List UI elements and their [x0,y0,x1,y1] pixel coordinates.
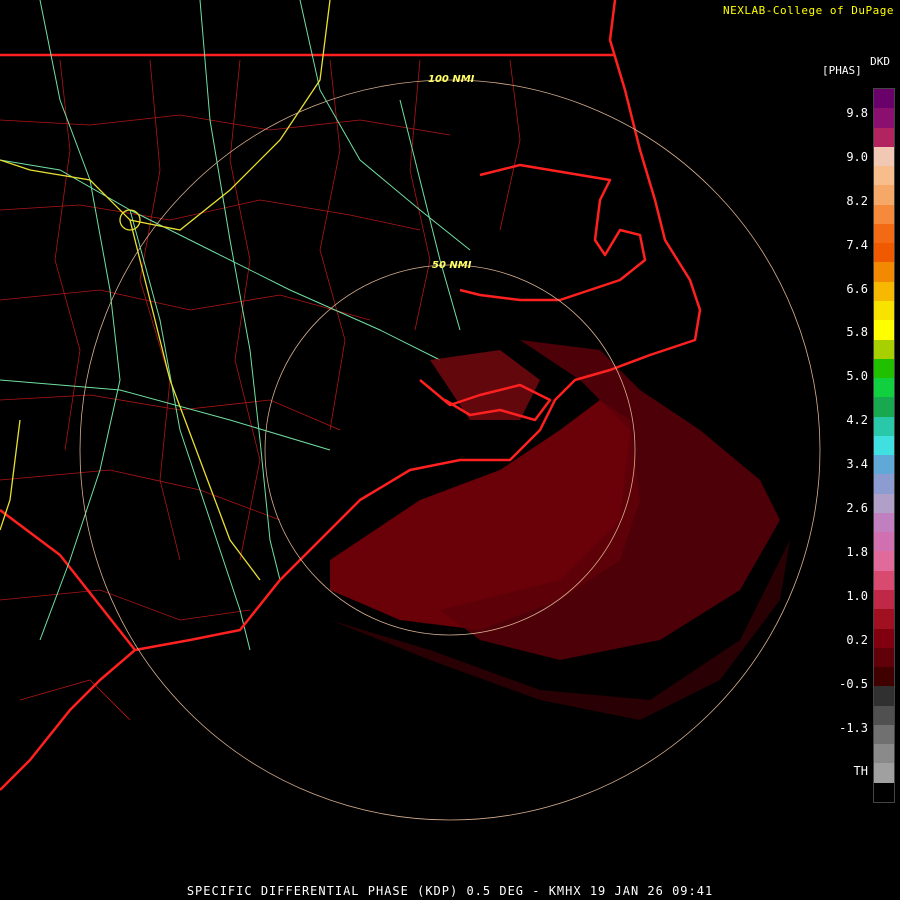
color-legend-tick-label: 8.2 [846,193,868,208]
radar-map: 50 NMI 100 NMI [0,0,900,900]
color-legend-swatch [874,89,894,109]
color-legend-swatch [874,435,894,456]
product-footer: SPECIFIC DIFFERENTIAL PHASE (KDP) 0.5 DE… [186,884,714,898]
color-legend-swatch [874,378,894,398]
color-legend-swatch [874,416,894,437]
color-legend-tick-label: 4.2 [846,413,868,428]
color-legend-swatch [874,744,894,764]
color-legend-tick-label: 3.4 [846,457,868,472]
color-legend-swatch [874,262,894,283]
color-legend-tick-label: -1.3 [839,720,868,735]
color-legend-tick-label: -0.5 [839,676,868,691]
ring-label-50: 50 NMI [432,260,472,271]
color-legend-swatch [874,763,894,784]
color-legend-swatch [874,512,894,533]
color-legend-swatch [874,455,894,475]
color-legend-swatch [874,300,894,321]
color-legend-swatch [874,204,894,225]
units-label: [PHAS] [822,64,862,77]
credit-label: NEXLAB-College of DuPage [723,4,894,17]
color-legend-swatch [874,474,894,495]
color-legend-swatch [874,628,894,649]
color-legend-ticks: 9.8 9.0 8.2 7.4 6.6 5.8 5.0 4.2 3.4 2.6 1.8 1.0 0.2 -… [820,88,870,801]
color-legend-swatch [874,782,894,803]
color-legend-tick-label: 5.0 [846,369,868,384]
color-legend-swatch [874,243,894,263]
color-legend-tick-label: 7.4 [846,237,868,252]
color-legend-swatch [874,647,894,668]
color-legend-tick-label: TH [853,764,868,779]
color-legend-tick-label: 9.8 [846,106,868,120]
color-legend-swatch [874,667,894,687]
color-legend-tick-label: 0.2 [846,632,868,647]
color-legend-tick-label: 9.0 [846,149,868,164]
color-legend-swatch [874,185,894,206]
color-legend-swatch [874,166,894,186]
color-legend-tick-label: 1.8 [846,544,868,559]
color-legend-swatch [874,609,894,630]
color-legend-tick-label: 1.0 [846,588,868,603]
color-legend-swatch [874,146,894,167]
color-legend-swatch [874,724,894,745]
color-legend-swatch [874,320,894,340]
color-legend-swatch [874,223,894,244]
color-legend-swatch [874,108,894,129]
color-legend-swatch [874,551,894,572]
color-legend-swatch [874,686,894,707]
color-legend-swatch [874,397,894,418]
ring-label-100: 100 NMI [428,74,475,85]
color-legend-swatch [874,532,894,552]
color-legend-swatch [874,358,894,379]
color-legend-swatch [874,705,894,726]
color-legend-tick-label: 5.8 [846,325,868,340]
color-legend-tick-label: 2.6 [846,501,868,516]
color-legend-swatch [874,281,894,302]
color-legend-swatch [874,493,894,514]
product-code: DKD [870,55,890,68]
color-legend-swatch [874,339,894,360]
color-legend-swatch [874,127,894,148]
color-legend-swatch [874,590,894,610]
color-legend-tick-label: 6.6 [846,281,868,296]
color-legend-bar [873,88,895,803]
color-legend-swatch [874,570,894,591]
